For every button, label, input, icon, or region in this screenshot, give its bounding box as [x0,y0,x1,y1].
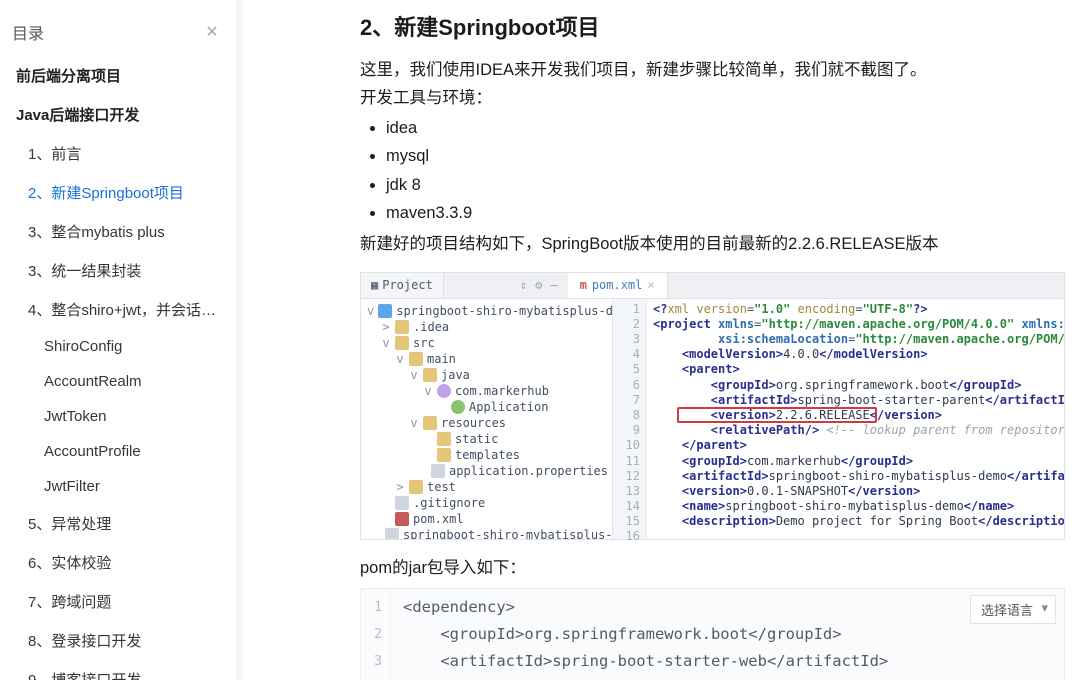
language-select[interactable]: 选择语言 [970,595,1056,624]
toc-item[interactable]: JwtToken [10,399,226,434]
xml-icon [395,512,409,526]
tree-node: static [361,431,612,447]
code-block: 选择语言 123 <dependency> <groupId>org.sprin… [360,588,1065,680]
paragraph: 新建好的项目结构如下，SpringBoot版本使用的目前最新的2.2.6.REL… [360,230,1070,258]
tree-node: > test [361,479,612,495]
toc-item[interactable]: 8、登录接口开发 [10,621,226,660]
paragraph: 这里，我们使用IDEA来开发我们项目，新建步骤比较简单，我们就不截图了。 [360,56,1070,84]
ide-file-tab: m pom.xml × [568,273,668,298]
toc-item[interactable]: 5、异常处理 [10,504,226,543]
txt-icon [431,464,445,478]
toc-item[interactable]: 9、博客接口开发 [10,660,226,680]
folder-icon [423,416,437,430]
paragraph: pom的jar包导入如下： [360,554,1070,578]
tree-node: v main [361,351,612,367]
folder-icon [409,352,423,366]
tree-node: > .idea [361,319,612,335]
ide-screenshot: ▦ Project ⇕ ⚙ — m pom.xml × v springboot… [360,272,1065,540]
tree-node: pom.xml [361,511,612,527]
codeblock-content: <dependency> <groupId>org.springframewor… [391,589,900,680]
mod-icon [378,304,392,318]
toc-item[interactable]: 前后端分离项目 [10,56,226,95]
toc-item[interactable]: 6、实体校验 [10,543,226,582]
toc-item[interactable]: Java后端接口开发 [10,95,226,134]
env-item: maven3.3.9 [386,199,1070,227]
folder-icon [395,336,409,350]
toc-item[interactable]: 7、跨域问题 [10,582,226,621]
tree-node: v src [361,335,612,351]
tree-node: v java [361,367,612,383]
txt-icon [395,496,409,510]
toc-title: 目录 [12,20,44,44]
toc-item[interactable]: 1、前言 [10,134,226,173]
project-icon: ▦ [371,278,378,292]
toc-item[interactable]: AccountProfile [10,434,226,469]
folder-icon [437,432,451,446]
env-item: mysql [386,142,1070,170]
tree-node: v springboot-shiro-mybatisplus-demoD:\gi… [361,303,612,319]
toc-item[interactable]: ShiroConfig [10,329,226,364]
folder-icon [437,448,451,462]
pkg-icon [437,384,451,398]
paragraph: 开发工具与环境： [360,84,1070,112]
gear-icon: ⚙ [535,278,542,292]
ide-project-tree: v springboot-shiro-mybatisplus-demoD:\gi… [361,299,613,539]
ide-code: <?xml version="1.0" encoding="UTF-8"?><p… [647,299,1064,539]
tree-node: v com.markerhub [361,383,612,399]
tree-node: springboot-shiro-mybatisplus-demo.iml [361,527,612,539]
ide-project-label: ▦ Project [361,273,444,298]
tree-node: .gitignore [361,495,612,511]
close-icon[interactable]: ✕ [202,22,222,42]
section-heading: 2、新建Springboot项目 [360,10,1070,42]
folder-icon [423,368,437,382]
hide-icon: — [550,278,557,292]
codeblock-gutter: 123 [361,589,391,680]
tree-node: application.properties [361,463,612,479]
collapse-icon: ⇕ [520,278,527,292]
maven-icon: m [580,278,587,292]
tree-node: v resources [361,415,612,431]
toc-item[interactable]: 4、整合shiro+jwt，并会话共享 [10,290,226,329]
tree-node: Application [361,399,612,415]
toc-item[interactable]: JwtFilter [10,469,226,504]
tree-node: templates [361,447,612,463]
txt-icon [385,528,399,539]
env-item: jdk 8 [386,171,1070,199]
env-item: idea [386,114,1070,142]
article-main: 2、新建Springboot项目 这里，我们使用IDEA来开发我们项目，新建步骤… [242,0,1080,680]
toc-sidebar: 目录 ✕ 前后端分离项目Java后端接口开发1、前言2、新建Springboot… [0,0,242,680]
folder-icon [395,320,409,334]
env-list: ideamysqljdk 8maven3.3.9 [366,114,1070,228]
close-tab-icon: × [647,278,654,292]
ide-tool-icons: ⇕ ⚙ — [510,273,568,298]
java-icon [451,400,465,414]
folder-icon [409,480,423,494]
toc-item[interactable]: 3、整合mybatis plus [10,212,226,251]
toc-item[interactable]: AccountRealm [10,364,226,399]
toc-item[interactable]: 2、新建Springboot项目 [10,173,226,212]
ide-gutter: 12345678910111213141516 [613,299,647,539]
toc-item[interactable]: 3、统一结果封装 [10,251,226,290]
